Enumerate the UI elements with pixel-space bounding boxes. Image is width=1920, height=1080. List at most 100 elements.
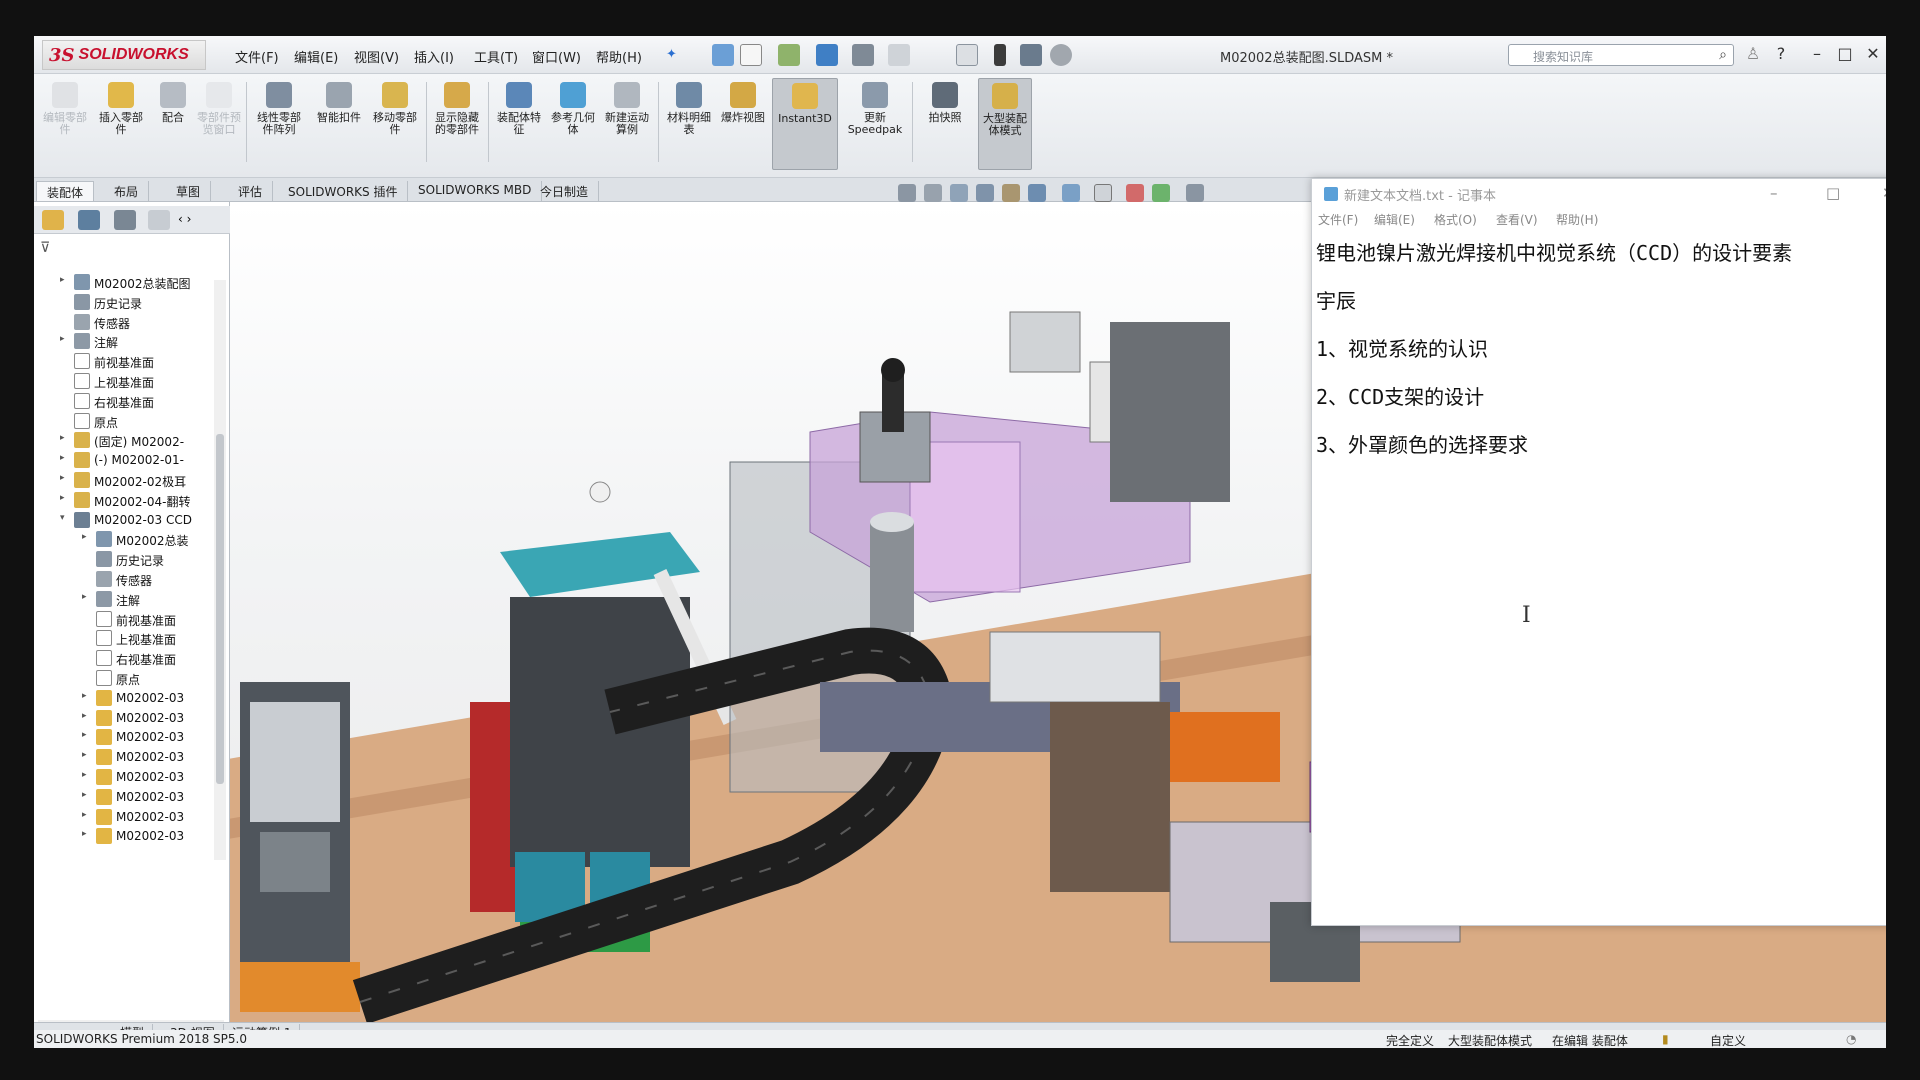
np-menu-help[interactable]: 帮助(H)	[1556, 211, 1598, 228]
chat-icon[interactable]: ◔	[1846, 1032, 1856, 1046]
previous-view-icon[interactable]	[950, 184, 968, 202]
expand-arrow-icon[interactable]: ▸	[82, 790, 92, 800]
print-icon[interactable]	[852, 44, 874, 66]
np-menu-file[interactable]: 文件(F)	[1318, 211, 1358, 228]
take-snapshot-button[interactable]: 拍快照	[918, 78, 972, 170]
tree-item[interactable]: ▸ (固定) M02002-	[34, 430, 210, 450]
menu-insert[interactable]: 插入(I)	[414, 47, 454, 66]
reference-geometry-button[interactable]: 参考几何体	[546, 78, 600, 170]
tree-item[interactable]: ▸ 注解	[34, 331, 210, 351]
rebuild-icon[interactable]: ▮	[1662, 1032, 1669, 1046]
large-assembly-mode-button[interactable]: 大型装配体模式	[978, 78, 1032, 170]
expand-arrow-icon[interactable]: ▸	[82, 730, 92, 740]
search-icon[interactable]: ⌕	[1719, 47, 1727, 63]
section-view-icon[interactable]	[976, 184, 994, 202]
expand-arrow-icon[interactable]: ▸	[82, 750, 92, 760]
status-units[interactable]: 自定义	[1710, 1032, 1746, 1048]
maximize-button[interactable]: □	[1834, 44, 1856, 63]
menu-edit[interactable]: 编辑(E)	[294, 47, 338, 66]
traffic-light-icon[interactable]	[994, 44, 1006, 66]
tab-sketch[interactable]: 草图	[166, 181, 212, 201]
np-menu-edit[interactable]: 编辑(E)	[1374, 211, 1415, 228]
tree-item[interactable]: ▸ M02002-03	[34, 767, 210, 787]
tab-mbd[interactable]: SOLIDWORKS MBD	[408, 181, 543, 201]
apply-scene-icon[interactable]	[1152, 184, 1170, 202]
tree-item[interactable]: 前视基准面	[34, 609, 210, 629]
new-motion-study-button[interactable]: 新建运动算例	[600, 78, 654, 170]
tree-item[interactable]: ▸ (-) M02002-01-	[34, 450, 210, 470]
tab-3dexperience[interactable]: 今日制造	[530, 181, 600, 201]
tree-item[interactable]: 原点	[34, 411, 210, 431]
tree-item[interactable]: ▸ M02002-03	[34, 727, 210, 747]
component-preview-button[interactable]: 零部件预览窗口	[192, 78, 246, 170]
help-icon[interactable]: ?	[1770, 44, 1792, 63]
undo-icon[interactable]	[888, 44, 910, 66]
tree-item[interactable]: ▸ M02002-02极耳	[34, 470, 210, 490]
tree-item[interactable]: 上视基准面	[34, 628, 210, 648]
tree-item[interactable]: ▾ M02002-03 CCD	[34, 510, 210, 530]
gear-icon[interactable]	[1050, 44, 1072, 66]
expand-arrow-icon[interactable]: ▸	[60, 473, 70, 483]
filter-icon[interactable]: ⊽	[40, 240, 50, 256]
tab-layout[interactable]: 布局	[104, 181, 150, 201]
expand-arrow-icon[interactable]: ▸	[60, 275, 70, 285]
show-hidden-components-button[interactable]: 显示隐藏的零部件	[430, 78, 484, 170]
home-icon[interactable]	[712, 44, 734, 66]
tree-item[interactable]: ▸ 注解	[34, 589, 210, 609]
expand-arrow-icon[interactable]: ▸	[60, 433, 70, 443]
tree-item[interactable]: ▸ M02002-03	[34, 688, 210, 708]
tree-item[interactable]: ▸ M02002-03	[34, 807, 210, 827]
expand-arrow-icon[interactable]: ▸	[60, 453, 70, 463]
new-document-icon[interactable]	[740, 44, 762, 66]
expand-arrow-icon[interactable]: ▸	[82, 592, 92, 602]
zoom-to-fit-icon[interactable]	[898, 184, 916, 202]
update-speedpak-button[interactable]: 更新Speedpak	[842, 78, 908, 170]
expand-arrow-icon[interactable]: ▸	[60, 493, 70, 503]
expand-arrow-icon[interactable]: ▾	[60, 513, 70, 523]
insert-component-button[interactable]: 插入零部件	[94, 78, 148, 170]
expand-arrow-icon[interactable]: ▸	[82, 532, 92, 542]
linear-pattern-button[interactable]: 线性零部件阵列	[252, 78, 306, 170]
expand-arrow-icon[interactable]: ▸	[82, 711, 92, 721]
assembly-features-button[interactable]: 装配体特征	[492, 78, 546, 170]
tab-evaluate[interactable]: 评估	[228, 181, 274, 201]
expand-arrow-icon[interactable]: ▸	[82, 770, 92, 780]
menu-file[interactable]: 文件(F)	[235, 47, 279, 66]
tree-item[interactable]: ▸ M02002-04-翻转	[34, 490, 210, 510]
open-folder-icon[interactable]	[778, 44, 800, 66]
menu-view[interactable]: 视图(V)	[354, 47, 399, 66]
instant3d-button[interactable]: Instant3D	[772, 78, 838, 170]
tree-item[interactable]: 传感器	[34, 569, 210, 589]
bill-of-materials-button[interactable]: 材料明细表	[662, 78, 716, 170]
tree-item[interactable]: ▸ M02002-03	[34, 747, 210, 767]
hide-show-items-icon[interactable]	[1094, 184, 1112, 202]
menu-help[interactable]: 帮助(H)	[596, 47, 642, 66]
propertymanager-tab-icon[interactable]	[78, 210, 100, 230]
notepad-maximize-button[interactable]: □	[1826, 184, 1840, 202]
menu-tools[interactable]: 工具(T)	[474, 47, 518, 66]
notepad-close-button[interactable]: ✕	[1882, 184, 1886, 202]
expand-arrow-icon[interactable]: ▸	[82, 829, 92, 839]
notepad-minimize-button[interactable]: –	[1770, 184, 1778, 202]
move-component-button[interactable]: 移动零部件	[368, 78, 422, 170]
dynamic-annotation-icon[interactable]	[1002, 184, 1020, 202]
configurationmanager-tab-icon[interactable]	[114, 210, 136, 230]
tree-item[interactable]: ▸ M02002-03	[34, 708, 210, 728]
expand-arrow-icon[interactable]: ▸	[60, 334, 70, 344]
tree-item[interactable]: ▸ M02002-03	[34, 787, 210, 807]
pin-icon[interactable]: ✦	[666, 47, 677, 62]
featuremanager-tab-icon[interactable]	[42, 210, 64, 230]
tree-item[interactable]: 历史记录	[34, 549, 210, 569]
exploded-view-button[interactable]: 爆炸视图	[716, 78, 770, 170]
tree-item[interactable]: 历史记录	[34, 292, 210, 312]
file-properties-icon[interactable]	[1020, 44, 1042, 66]
tree-item[interactable]: 上视基准面	[34, 371, 210, 391]
tree-item[interactable]: 前视基准面	[34, 351, 210, 371]
tab-addins[interactable]: SOLIDWORKS 插件	[278, 181, 409, 201]
tab-assembly[interactable]: 装配体	[36, 181, 95, 201]
view-settings-icon[interactable]	[1186, 184, 1204, 202]
tree-item[interactable]: ▸ M02002总装	[34, 529, 210, 549]
select-arrow-icon[interactable]	[956, 44, 978, 66]
edit-component-button[interactable]: 编辑零部件	[38, 78, 92, 170]
np-menu-format[interactable]: 格式(O)	[1434, 211, 1477, 228]
